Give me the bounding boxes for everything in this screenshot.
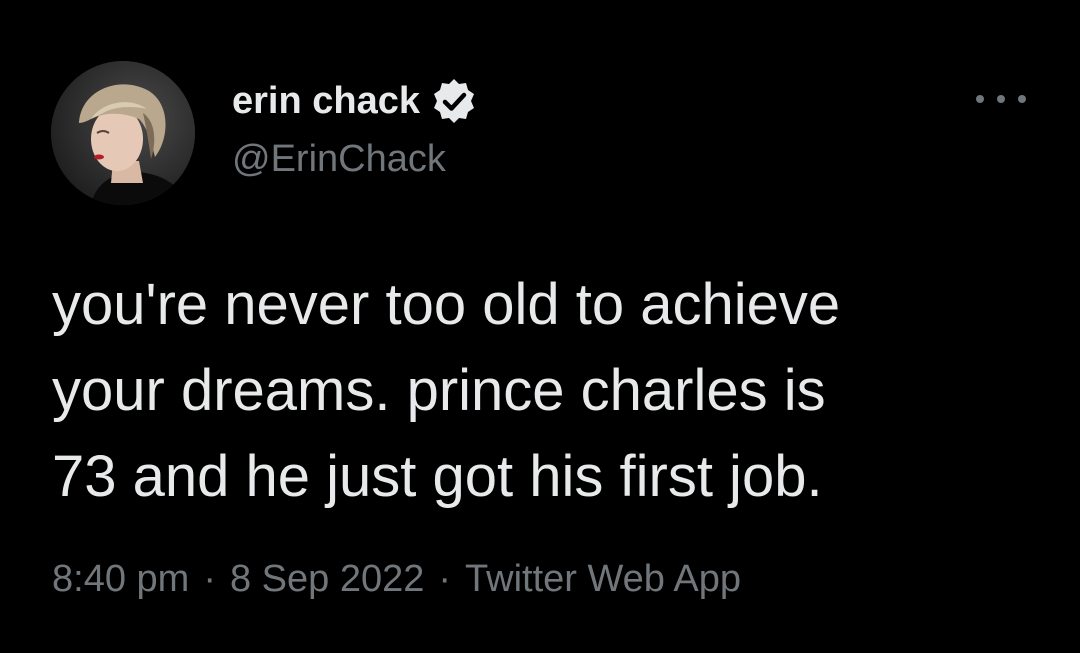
tweet-text: you're never too old to achieve your dre… xyxy=(52,262,1042,520)
tweet-card: erin chack @ErinChack you're never too o… xyxy=(0,0,1080,653)
tweet-date[interactable]: 8 Sep 2022 xyxy=(230,558,424,601)
tweet-text-line: you're never too old to achieve xyxy=(52,272,841,337)
separator-dot: · xyxy=(203,558,216,600)
more-dot xyxy=(997,95,1005,103)
tweet-time[interactable]: 8:40 pm xyxy=(52,558,189,601)
tweet-source[interactable]: Twitter Web App xyxy=(465,558,741,601)
more-options-icon[interactable] xyxy=(976,86,1026,112)
avatar-photo xyxy=(51,61,195,205)
separator-dot: · xyxy=(438,558,452,600)
display-name[interactable]: erin chack xyxy=(232,80,420,123)
author-name-row: erin chack xyxy=(232,78,480,124)
more-dot xyxy=(1018,95,1026,103)
author-handle[interactable]: @ErinChack xyxy=(232,138,446,181)
tweet-text-line: your dreams. prince charles is xyxy=(52,358,826,423)
avatar[interactable] xyxy=(51,61,195,205)
tweet-text-line: 73 and he just got his first job. xyxy=(52,444,823,509)
verified-badge-icon xyxy=(428,75,480,127)
tweet-metadata: 8:40 pm · 8 Sep 2022 · Twitter Web App xyxy=(52,558,741,601)
more-dot xyxy=(976,95,984,103)
